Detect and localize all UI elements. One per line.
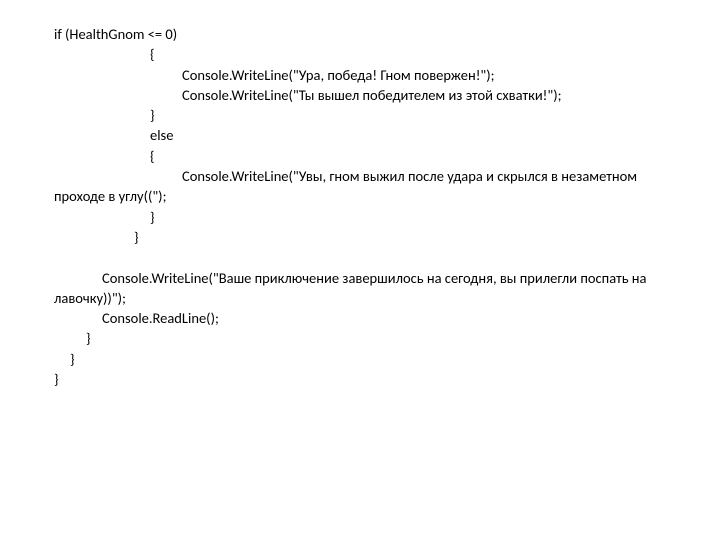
code-line: } <box>54 105 666 125</box>
code-line: } <box>54 328 666 348</box>
code-line: Console.WriteLine("Ваше приключение заве… <box>54 269 650 307</box>
code-line: } <box>54 207 666 227</box>
code-line: Console.ReadLine(); <box>54 308 666 328</box>
code-line: Console.WriteLine("Ты вышел победителем … <box>54 85 666 105</box>
blank-line <box>54 247 666 267</box>
code-line: } <box>54 227 666 247</box>
code-line: { <box>54 146 666 166</box>
code-line: if (HealthGnom <= 0) <box>54 24 666 44</box>
code-line: Console.WriteLine("Ура, победа! Гном пов… <box>54 65 666 85</box>
code-line: } <box>54 369 666 389</box>
code-line: } <box>54 349 666 369</box>
code-document: if (HealthGnom <= 0) { Console.WriteLine… <box>0 0 720 389</box>
code-line: { <box>54 44 666 64</box>
code-line: Console.WriteLine("Увы, гном выжил после… <box>54 167 640 205</box>
code-line: else <box>54 125 666 145</box>
